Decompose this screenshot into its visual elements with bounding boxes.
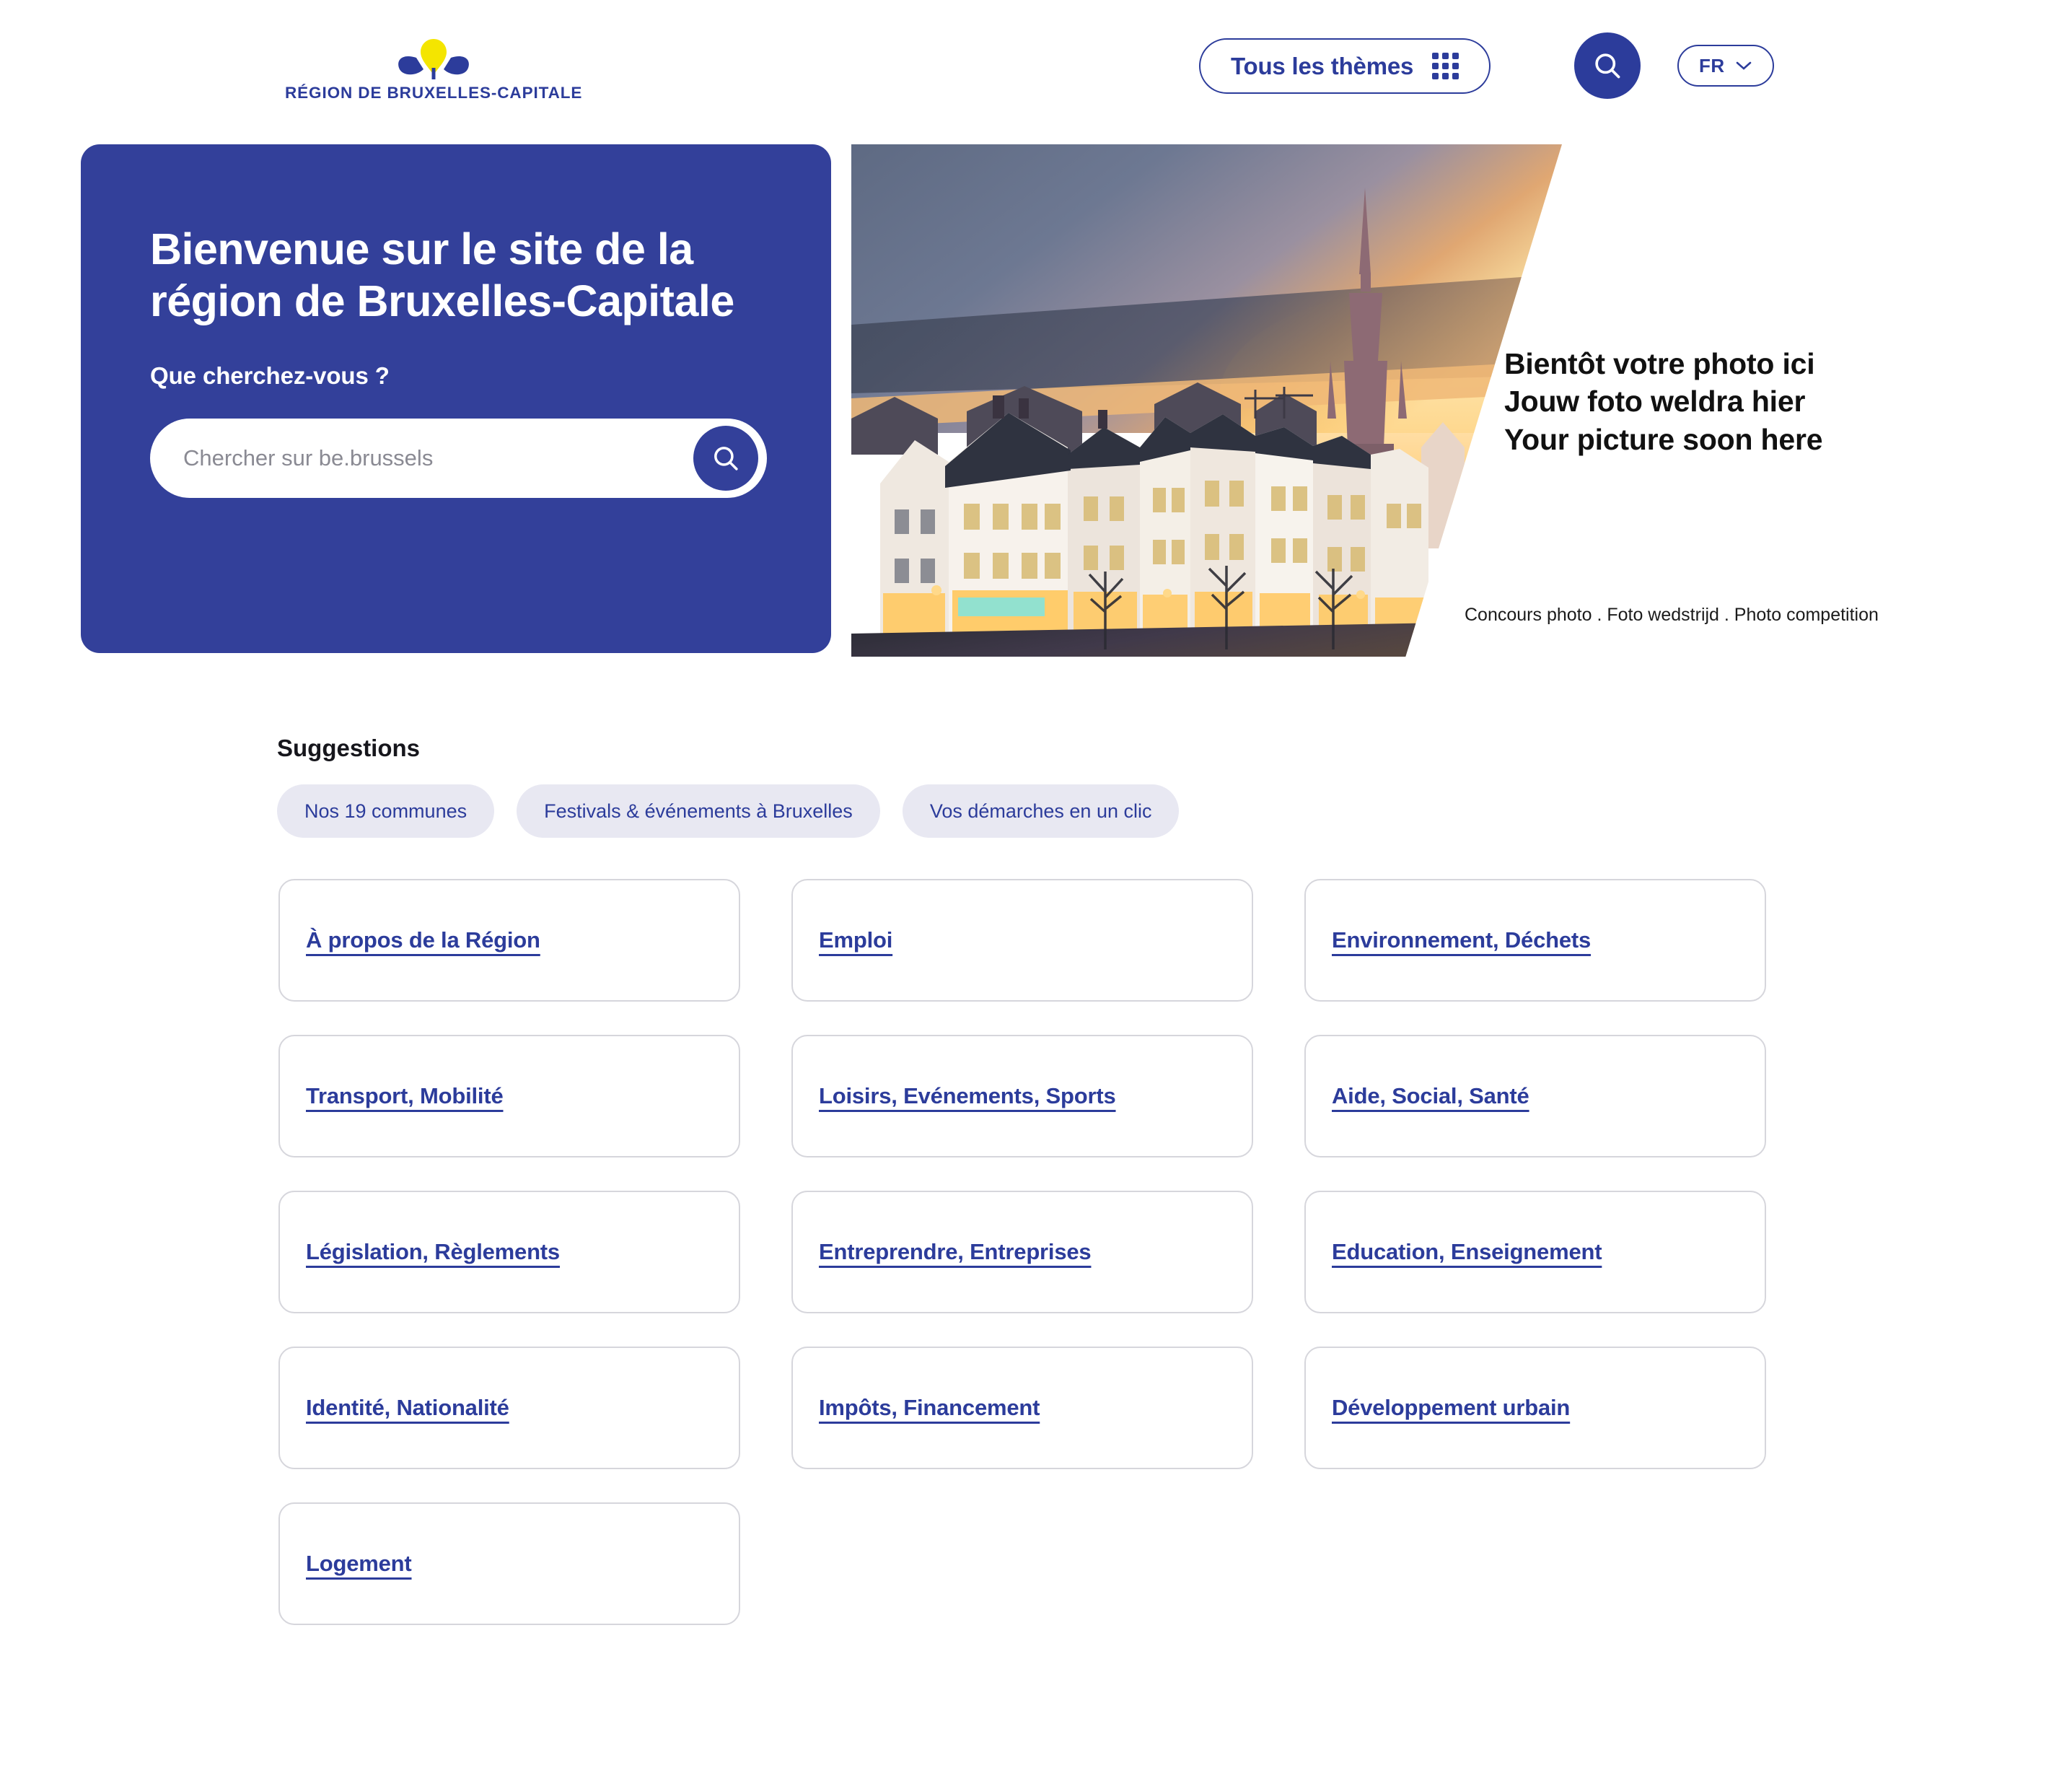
brussels-skyline-image [851, 144, 1562, 657]
photo-competition-credit: Concours photo . Foto wedstrijd . Photo … [1465, 605, 1879, 626]
suggestion-pill-label: Vos démarches en un clic [930, 800, 1152, 823]
site-logo[interactable]: RÉGION DE BRUXELLES-CAPITALE [285, 36, 582, 102]
category-card[interactable]: Loisirs, Evénements, Sports [791, 1035, 1253, 1157]
suggestion-pill-label: Nos 19 communes [304, 800, 467, 823]
suggestions-list: Nos 19 communes Festivals & événements à… [277, 784, 1179, 838]
all-themes-button[interactable]: Tous les thèmes [1199, 38, 1491, 94]
suggestion-pill-demarches[interactable]: Vos démarches en un clic [903, 784, 1180, 838]
category-card[interactable]: Développement urbain [1304, 1347, 1766, 1469]
category-link[interactable]: À propos de la Région [306, 927, 540, 953]
hero-search-bar [150, 419, 767, 498]
page-title: Bienvenue sur le site de la région de Br… [150, 224, 763, 328]
header-search-button[interactable] [1574, 32, 1641, 99]
category-card[interactable]: Législation, Règlements [278, 1191, 740, 1313]
photo-competition-caption: Bientôt votre photo ici Jouw foto weldra… [1504, 345, 2053, 458]
language-selector[interactable]: FR [1677, 45, 1774, 87]
site-header: RÉGION DE BRUXELLES-CAPITALE Tous les th… [0, 0, 2072, 130]
category-link[interactable]: Emploi [819, 927, 892, 953]
category-link[interactable]: Législation, Règlements [306, 1239, 560, 1265]
category-link[interactable]: Transport, Mobilité [306, 1083, 504, 1109]
category-card[interactable]: Education, Enseignement [1304, 1191, 1766, 1313]
category-link[interactable]: Environnement, Déchets [1332, 927, 1591, 953]
brand-name: RÉGION DE BRUXELLES-CAPITALE [285, 84, 582, 102]
hero-subtitle: Que cherchez-vous ? [150, 362, 831, 390]
photo-caption-fr: Bientôt votre photo ici [1504, 345, 2053, 382]
category-card[interactable]: À propos de la Région [278, 879, 740, 1002]
category-card[interactable]: Impôts, Financement [791, 1347, 1253, 1469]
category-link[interactable]: Aide, Social, Santé [1332, 1083, 1529, 1109]
language-label: FR [1699, 55, 1725, 77]
category-card-grid: À propos de la Région Emploi Environneme… [278, 879, 1772, 1625]
category-link[interactable]: Logement [306, 1551, 412, 1577]
hero-panel: Bienvenue sur le site de la région de Br… [81, 144, 831, 653]
category-link[interactable]: Education, Enseignement [1332, 1239, 1602, 1265]
search-icon [1592, 50, 1623, 82]
category-card[interactable]: Environnement, Déchets [1304, 879, 1766, 1002]
category-link[interactable]: Entreprendre, Entreprises [819, 1239, 1091, 1265]
chevron-down-icon [1735, 61, 1752, 71]
hero-photo [851, 144, 1562, 657]
category-card[interactable]: Entreprendre, Entreprises [791, 1191, 1253, 1313]
photo-caption-nl: Jouw foto weldra hier [1504, 382, 2053, 420]
search-icon [711, 443, 741, 473]
category-card[interactable]: Identité, Nationalité [278, 1347, 740, 1469]
hero-search-submit-button[interactable] [693, 426, 758, 491]
category-card[interactable]: Aide, Social, Santé [1304, 1035, 1766, 1157]
brussels-iris-icon [395, 36, 473, 81]
grid-dots-icon [1432, 53, 1459, 79]
category-link[interactable]: Loisirs, Evénements, Sports [819, 1083, 1116, 1109]
photo-caption-en: Your picture soon here [1504, 421, 2053, 458]
suggestions-heading: Suggestions [277, 735, 420, 762]
category-link[interactable]: Identité, Nationalité [306, 1395, 509, 1421]
category-card[interactable]: Logement [278, 1502, 740, 1625]
suggestion-pill-label: Festivals & événements à Bruxelles [544, 800, 853, 823]
category-link[interactable]: Développement urbain [1332, 1395, 1570, 1421]
all-themes-label: Tous les thèmes [1231, 53, 1413, 80]
category-card[interactable]: Emploi [791, 879, 1253, 1002]
category-card[interactable]: Transport, Mobilité [278, 1035, 740, 1157]
search-input[interactable] [183, 433, 631, 483]
suggestion-pill-communes[interactable]: Nos 19 communes [277, 784, 494, 838]
suggestion-pill-festivals[interactable]: Festivals & événements à Bruxelles [517, 784, 880, 838]
page-root: RÉGION DE BRUXELLES-CAPITALE Tous les th… [0, 0, 2072, 1786]
category-link[interactable]: Impôts, Financement [819, 1395, 1040, 1421]
